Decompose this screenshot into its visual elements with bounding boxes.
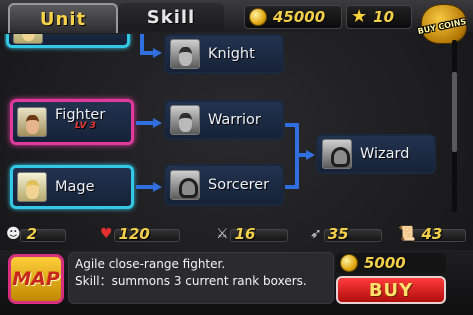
stat-value: 120 [118, 225, 150, 243]
stat-cost: 📜 43 [398, 224, 468, 244]
unit-description: Agile close-range fighter. Skill：summons… [68, 252, 334, 304]
unit-node-hidden[interactable] [6, 34, 130, 48]
stat-value: 2 [26, 225, 38, 243]
unit-screen: Unit Skill 45000 ★ 10 BUY COINS Knight F… [0, 0, 473, 315]
unit-node-label: Mage [55, 179, 95, 195]
stat-units: ☻ 2 [6, 224, 68, 244]
stat-value: 35 [327, 225, 349, 243]
unit-node-warrior[interactable]: Warrior [164, 100, 284, 140]
bottom-panel: MAP Agile close-range fighter. Skill：sum… [0, 250, 473, 315]
knight-portrait [170, 39, 200, 69]
description-line: Agile close-range fighter. [75, 257, 226, 271]
coin-balance-value: 45000 [273, 8, 326, 26]
unit-node-label: Sorcerer [208, 177, 270, 193]
arrow-to-sorcerer [136, 182, 162, 192]
scroll-icon: 📜 [398, 226, 416, 242]
tab-skill[interactable]: Skill [118, 3, 224, 31]
unit-node-knight[interactable]: Knight [164, 34, 284, 74]
unit-price-value: 5000 [364, 254, 406, 272]
connector-knight [140, 34, 144, 53]
sorcerer-portrait [170, 170, 200, 200]
unit-node-mage[interactable]: Mage [10, 165, 134, 209]
warrior-portrait [170, 105, 200, 135]
stat-value: 16 [234, 225, 256, 243]
sword-icon: ⚔ [216, 226, 229, 242]
map-button-label: MAP [12, 268, 60, 290]
star-balance-value: 10 [373, 8, 395, 26]
wizard-portrait [322, 139, 352, 169]
unit-node-sorcerer[interactable]: Sorcerer [164, 164, 284, 206]
buy-button[interactable]: BUY [336, 276, 446, 304]
unit-stats-row: ☻ 2 ♥ 120 ⚔ 16 ➶ 35 📜 43 [0, 221, 473, 249]
fighter-portrait [17, 107, 47, 137]
mage-portrait [17, 172, 47, 202]
arrow-to-warrior [136, 118, 162, 128]
star-balance: ★ 10 [346, 5, 412, 29]
stat-speed: ➶ 35 [310, 224, 384, 244]
hidden-unit-portrait [13, 34, 43, 44]
connector-sorcerer [285, 185, 299, 189]
tab-unit[interactable]: Unit [8, 3, 118, 33]
coin-icon [249, 8, 267, 26]
heart-icon: ♥ [100, 226, 113, 242]
star-icon: ★ [351, 6, 368, 27]
unit-level-badge: LV 3 [75, 121, 96, 131]
unit-tree: Knight Fighter LV 3 Warrior Wizard Mage … [4, 34, 449, 220]
stat-attack: ⚔ 16 [216, 224, 290, 244]
buy-button-label: BUY [368, 279, 414, 301]
unit-node-label: Wizard [360, 146, 410, 162]
unit-node-label: Warrior [208, 112, 261, 128]
top-bar: Unit Skill 45000 ★ 10 [0, 0, 473, 33]
stat-health: ♥ 120 [100, 224, 182, 244]
description-line: Skill：summons 3 current rank boxers. [75, 274, 307, 288]
arrow-to-wizard [299, 150, 315, 160]
scrollbar-thumb[interactable] [452, 72, 457, 152]
units-icon: ☻ [6, 226, 21, 242]
speed-icon: ➶ [310, 226, 322, 242]
unit-node-fighter[interactable]: Fighter LV 3 [10, 99, 134, 145]
unit-price: 5000 [336, 253, 446, 273]
unit-node-wizard[interactable]: Wizard [316, 134, 436, 174]
stat-value: 43 [421, 225, 443, 243]
unit-node-label: Knight [208, 46, 255, 62]
map-button[interactable]: MAP [8, 254, 64, 304]
coin-icon [340, 254, 358, 272]
coin-balance: 45000 [244, 5, 342, 29]
